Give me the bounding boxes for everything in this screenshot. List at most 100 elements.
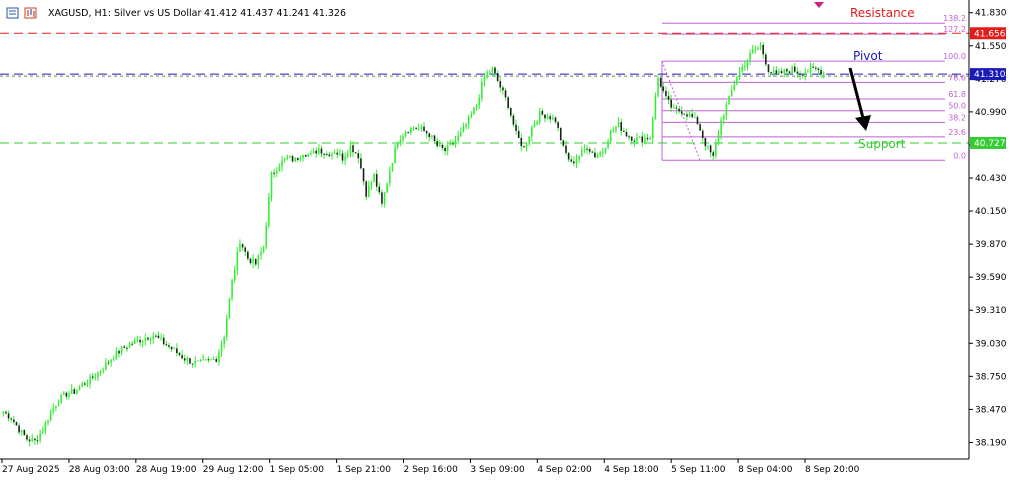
candle-body — [809, 66, 812, 72]
candle-body — [325, 153, 328, 155]
candle-body — [738, 70, 741, 77]
candle-body — [249, 258, 252, 264]
candle-body — [662, 86, 665, 91]
candle-body — [404, 132, 407, 137]
candle-body — [575, 159, 578, 164]
candle-body — [633, 140, 636, 142]
candle-body — [297, 157, 299, 160]
candle-body — [746, 60, 749, 67]
candle-body — [646, 138, 649, 140]
candle-body — [70, 389, 73, 394]
candle-body — [168, 345, 170, 347]
candle-body — [333, 152, 336, 154]
candle-body — [273, 172, 275, 174]
x-tick-label: 4 Sep 02:00 — [537, 465, 592, 475]
x-tick-label: 4 Sep 18:00 — [604, 465, 659, 475]
candle-body — [554, 117, 557, 123]
y-tick-label: 40.150 — [975, 207, 1007, 217]
candle-body — [13, 419, 15, 423]
candle-body — [268, 197, 270, 226]
candle-body — [470, 114, 473, 117]
x-tick-label: 8 Sep 20:00 — [805, 465, 860, 475]
candle-body — [176, 348, 178, 354]
candle-body — [502, 87, 504, 91]
candle-body — [36, 440, 39, 442]
candle-body — [339, 153, 341, 155]
candle-body — [281, 160, 283, 167]
candle-body — [149, 339, 152, 341]
candle-body — [720, 119, 722, 135]
pivot-label: Pivot — [853, 49, 883, 63]
candle-body — [344, 156, 346, 161]
candle-body — [94, 377, 97, 379]
candle-body — [57, 403, 60, 407]
candle-body — [741, 66, 743, 71]
candle-body — [391, 162, 394, 171]
candle-body — [202, 359, 204, 361]
candle-body — [212, 359, 215, 361]
candle-body — [186, 358, 189, 361]
candle-body — [55, 406, 57, 408]
candle-body — [494, 67, 496, 74]
candle-body — [651, 118, 654, 138]
candle-body — [722, 115, 725, 120]
candle-body — [373, 173, 375, 182]
x-tick-label: 28 Aug 19:00 — [136, 465, 197, 475]
candle-body — [18, 425, 20, 433]
candle-body — [191, 363, 194, 365]
candle-body — [686, 114, 688, 117]
fib-level-label: 23.6 — [948, 128, 966, 137]
candle-body — [97, 372, 99, 378]
candle-body — [583, 148, 586, 150]
candle-body — [694, 116, 696, 118]
candle-body — [504, 90, 507, 98]
candle-body — [152, 335, 154, 340]
candle-body — [147, 337, 149, 340]
candle-body — [84, 383, 86, 385]
candle-body — [541, 111, 544, 115]
candle-body — [44, 422, 47, 432]
candle-body — [155, 335, 157, 337]
candle-body — [123, 346, 126, 348]
candle-body — [762, 44, 764, 55]
candle-body — [294, 157, 296, 162]
candle-body — [491, 67, 494, 73]
candle-body — [507, 97, 509, 108]
candle-body — [223, 337, 225, 344]
candle-body — [425, 130, 428, 134]
candle-body — [599, 152, 601, 155]
price-tag-label: 40.727 — [974, 139, 1006, 149]
price-chart[interactable]: XAGUSD, H1: Silver vs US Dollar 41.412 4… — [0, 0, 1016, 480]
candle-body — [736, 76, 738, 85]
candle-body — [310, 153, 312, 155]
candle-body — [120, 346, 123, 354]
candle-body — [299, 158, 302, 160]
fib-level-label: 0.0 — [953, 151, 966, 160]
candle-body — [307, 154, 310, 157]
candle-body — [649, 137, 651, 140]
candle-body — [452, 143, 454, 145]
candle-body — [346, 153, 349, 157]
chart-type-icon — [24, 7, 37, 19]
candle-body — [220, 343, 223, 353]
candle-body — [817, 68, 820, 71]
candle-body — [63, 392, 65, 395]
candle-body — [644, 138, 646, 143]
window-icon — [6, 7, 19, 19]
candle-body — [91, 376, 94, 378]
candle-body — [557, 122, 559, 128]
candle-body — [115, 350, 118, 360]
candle-body — [352, 145, 354, 153]
candle-body — [20, 429, 23, 433]
candle-body — [410, 127, 412, 133]
candle-body — [52, 407, 55, 412]
candle-body — [415, 127, 417, 129]
candle-body — [10, 418, 12, 420]
candle-body — [312, 150, 315, 154]
candle-body — [23, 429, 26, 436]
candle-body — [254, 258, 257, 265]
candle-body — [370, 181, 373, 186]
candle-body — [473, 107, 475, 115]
candle-body — [559, 127, 562, 141]
candle-body — [417, 128, 420, 130]
